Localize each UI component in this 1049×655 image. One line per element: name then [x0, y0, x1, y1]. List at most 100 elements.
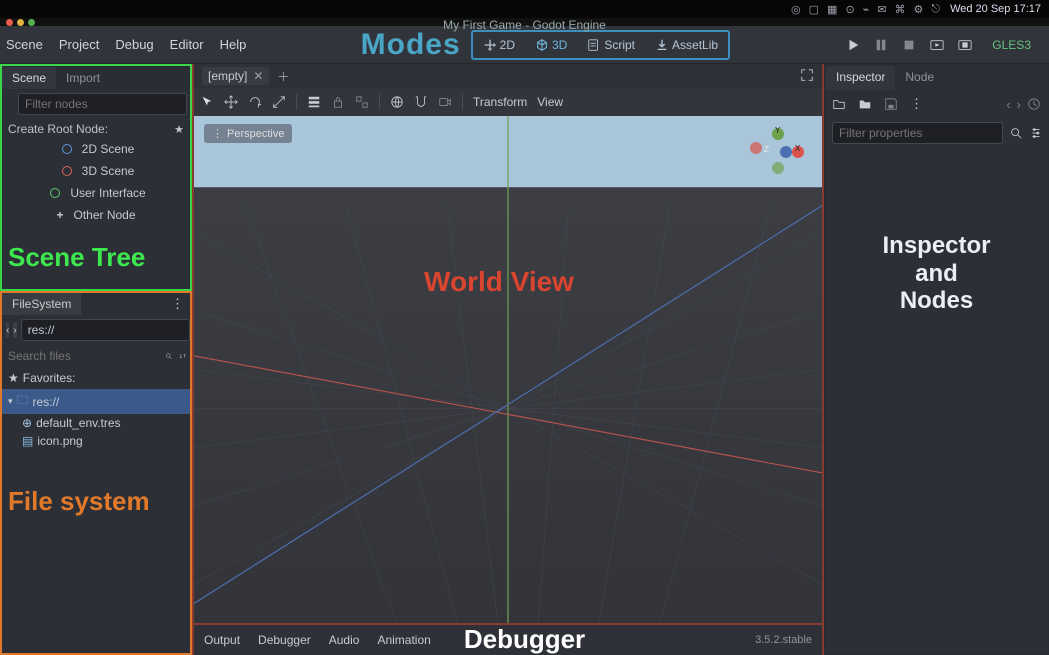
3d-node-icon	[62, 166, 72, 176]
tab-import[interactable]: Import	[56, 67, 110, 89]
stop-icon[interactable]	[902, 38, 916, 52]
extra-menu-icon[interactable]: ⋮	[910, 96, 923, 112]
mode-script-button[interactable]: Script	[577, 32, 645, 58]
lock-icon[interactable]	[331, 95, 345, 109]
scene-tab[interactable]: [empty] ✕	[202, 67, 269, 85]
download-icon	[655, 38, 669, 52]
transform-menu[interactable]: Transform	[473, 95, 527, 109]
plus-icon: +	[56, 208, 63, 222]
bottom-output[interactable]: Output	[204, 633, 240, 647]
image-icon: ▤	[22, 434, 33, 448]
nav-fwd-button[interactable]: ›	[13, 322, 16, 338]
tab-node[interactable]: Node	[895, 66, 944, 90]
play-icon[interactable]	[846, 38, 860, 52]
sysicon: ◎	[791, 3, 801, 16]
script-icon	[587, 38, 601, 52]
settings-icon[interactable]	[1029, 126, 1043, 140]
neg-x-ball[interactable]	[750, 142, 762, 154]
tab-filesystem[interactable]: FileSystem	[2, 293, 81, 315]
filter-properties-input[interactable]	[832, 122, 1003, 144]
orientation-gizmo[interactable]: Y X Z	[750, 128, 806, 174]
open-resource-icon[interactable]	[832, 97, 846, 111]
scene-panel: Scene Import Create Root Node: ★ 2D Scen…	[0, 64, 192, 291]
save-resource-icon[interactable]	[884, 97, 898, 111]
minimize-icon[interactable]	[17, 19, 24, 26]
history-back-icon[interactable]: ‹	[1006, 97, 1010, 112]
filter-nodes-input[interactable]	[18, 93, 187, 115]
sysicon: ⌘	[895, 3, 906, 16]
group-icon[interactable]	[355, 95, 369, 109]
search-icon[interactable]	[1009, 126, 1023, 140]
sysicon: ⚙	[914, 3, 924, 16]
sysicon: ✉	[877, 3, 886, 16]
mode-switcher: 2D 3D Script AssetLib	[471, 30, 730, 60]
play-custom-scene-icon[interactable]	[958, 38, 972, 52]
view-menu[interactable]: View	[537, 95, 563, 109]
camera-preview-icon[interactable]	[438, 95, 452, 109]
annotation-inspector: Inspector and Nodes	[826, 148, 1047, 315]
mode-assetlib-button[interactable]: AssetLib	[645, 32, 728, 58]
close-icon[interactable]	[6, 19, 13, 26]
annotation-filesystem: File system	[2, 450, 190, 553]
bottom-audio[interactable]: Audio	[329, 633, 360, 647]
menu-project[interactable]: Project	[59, 37, 99, 52]
move-tool-icon[interactable]	[224, 95, 238, 109]
chevron-down-icon: ▾	[8, 396, 13, 407]
z-axis-ball[interactable]	[780, 146, 792, 158]
fs-root-node[interactable]: ▾ 🗀 res://	[2, 389, 190, 414]
create-root-label: Create Root Node:	[8, 122, 108, 136]
favorite-icon[interactable]: ★	[174, 123, 184, 136]
play-scene-icon[interactable]	[930, 38, 944, 52]
history-fwd-icon[interactable]: ›	[1017, 97, 1021, 112]
menu-debug[interactable]: Debug	[115, 37, 153, 52]
version-label: 3.5.2.stable	[755, 634, 812, 646]
menu-scene[interactable]: Scene	[6, 37, 43, 52]
close-tab-icon[interactable]: ✕	[253, 69, 263, 83]
ui-node-icon	[50, 188, 60, 198]
bottom-animation[interactable]: Animation	[377, 633, 430, 647]
menu-help[interactable]: Help	[220, 37, 247, 52]
dots-icon: ⋮	[212, 127, 223, 140]
menu-editor[interactable]: Editor	[170, 37, 204, 52]
fs-file[interactable]: ⊕ default_env.tres	[2, 414, 190, 432]
distraction-free-icon[interactable]	[800, 68, 814, 85]
search-files-input[interactable]	[6, 347, 165, 365]
create-2d-scene-button[interactable]: 2D Scene	[2, 138, 190, 160]
sysicon: ▢	[809, 3, 819, 16]
path-input[interactable]	[21, 319, 190, 341]
panel-menu-icon[interactable]: ⋮	[171, 296, 190, 312]
window-titlebar	[0, 18, 1049, 26]
favorites-label: Favorites:	[23, 371, 76, 385]
mode-2d-button[interactable]: 2D	[473, 32, 525, 58]
tab-scene[interactable]: Scene	[2, 67, 56, 89]
create-ui-button[interactable]: User Interface	[2, 182, 190, 204]
bottom-debugger[interactable]: Debugger	[258, 633, 311, 647]
nav-back-button[interactable]: ‹	[6, 322, 9, 338]
mode-3d-button[interactable]: 3D	[525, 32, 577, 58]
renderer-label[interactable]: GLES3	[986, 38, 1037, 52]
viewport-3d[interactable]: ⋮ Perspective Y X Z World View	[194, 116, 822, 623]
list-select-icon[interactable]	[307, 95, 321, 109]
create-3d-scene-button[interactable]: 3D Scene	[2, 160, 190, 182]
local-space-icon[interactable]	[390, 95, 404, 109]
viewport-grid	[194, 116, 822, 623]
tab-inspector[interactable]: Inspector	[826, 66, 895, 90]
pause-icon[interactable]	[874, 38, 888, 52]
perspective-dropdown[interactable]: ⋮ Perspective	[204, 124, 292, 143]
fs-file[interactable]: ▤ icon.png	[2, 432, 190, 450]
history-icon[interactable]	[1027, 97, 1041, 111]
sort-icon[interactable]	[179, 349, 187, 363]
add-tab-icon[interactable]: ＋	[277, 68, 289, 85]
search-icon[interactable]	[165, 349, 173, 363]
2d-icon	[483, 38, 497, 52]
zoom-icon[interactable]	[28, 19, 35, 26]
create-other-node-button[interactable]: +Other Node	[2, 204, 190, 226]
annotation-world-view: World View	[424, 266, 574, 298]
scale-tool-icon[interactable]	[272, 95, 286, 109]
rotate-tool-icon[interactable]	[248, 95, 262, 109]
neg-y-ball[interactable]	[772, 162, 784, 174]
load-resource-icon[interactable]	[858, 97, 872, 111]
annotation-debugger: Debugger	[464, 624, 585, 655]
snap-icon[interactable]	[414, 95, 428, 109]
select-tool-icon[interactable]	[200, 95, 214, 109]
